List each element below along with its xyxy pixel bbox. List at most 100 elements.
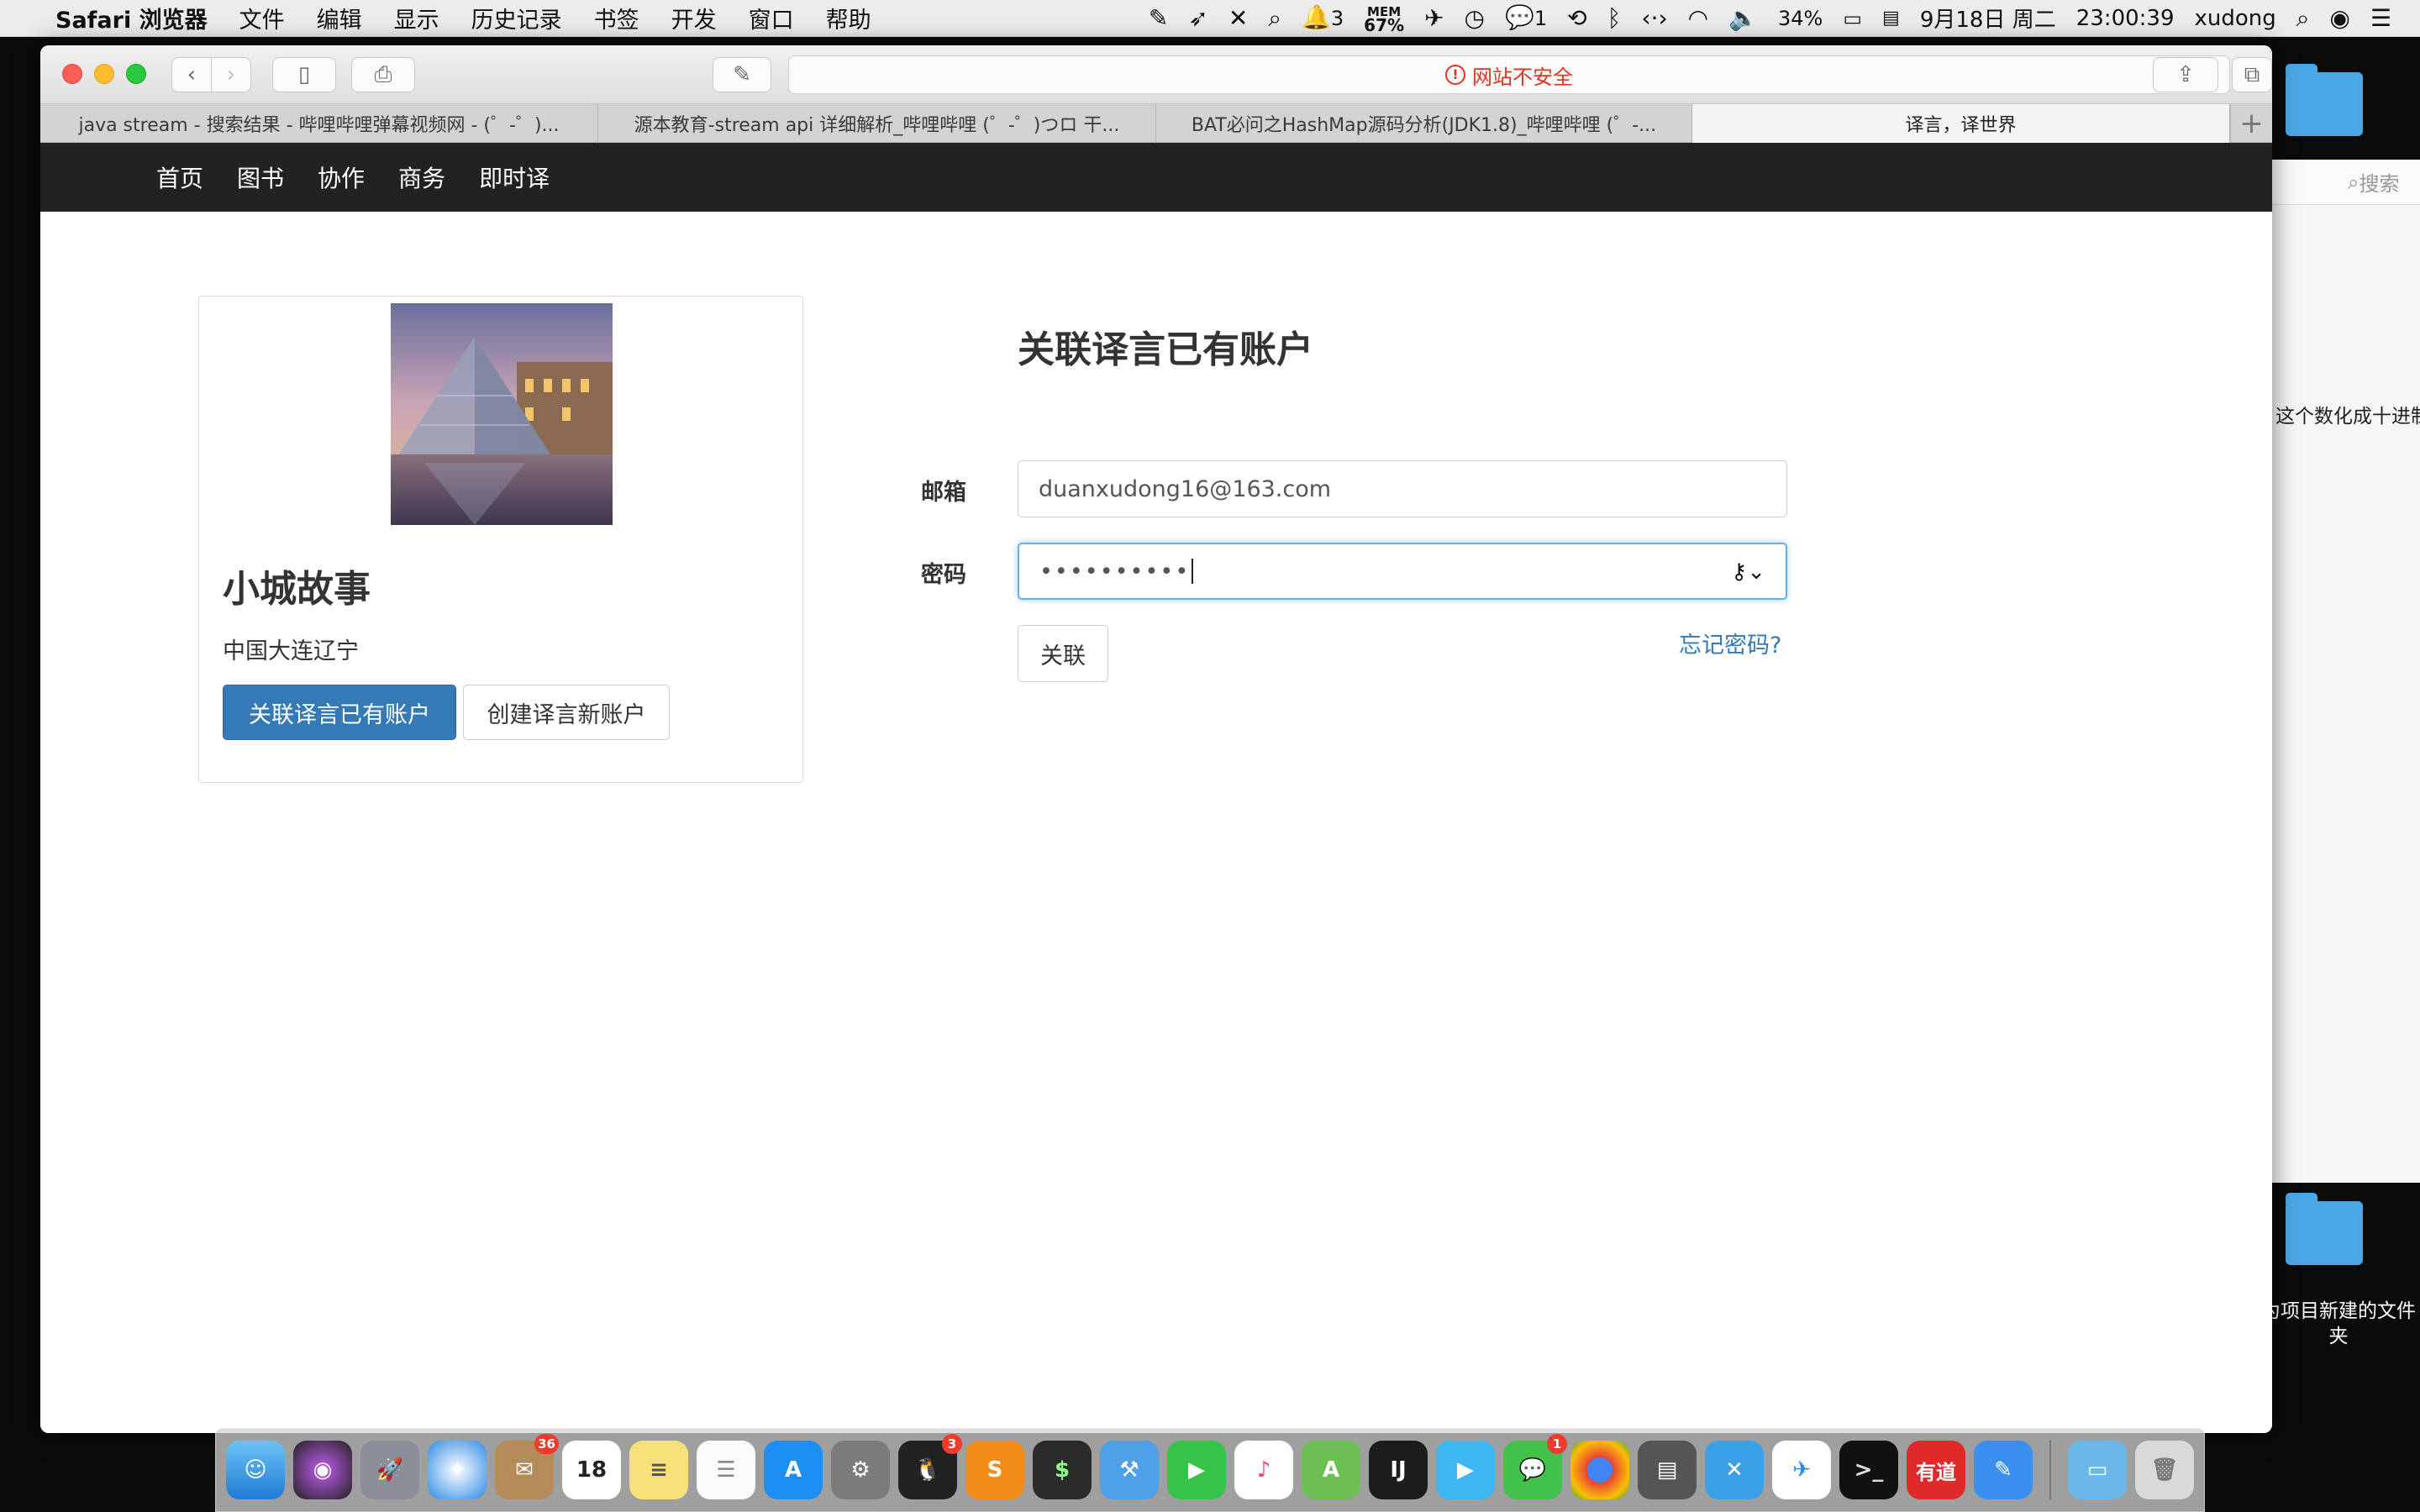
evernote-extension-button[interactable]: ✎ bbox=[713, 57, 771, 92]
memory-indicator[interactable]: MEM 67% bbox=[1364, 5, 1405, 35]
terminal-icon[interactable]: $ bbox=[1033, 1441, 1092, 1499]
intellij-icon[interactable]: IJ bbox=[1369, 1441, 1428, 1499]
forgot-password-link[interactable]: 忘记密码? bbox=[1679, 627, 1781, 659]
menu-window[interactable]: 窗口 bbox=[749, 2, 794, 34]
notes-icon[interactable]: ≡ bbox=[629, 1441, 688, 1499]
nav-instant-translate[interactable]: 即时译 bbox=[479, 160, 550, 194]
show-tabs-button[interactable]: ⧉ bbox=[2232, 57, 2272, 92]
browser-toolbar: ‹ › ▯ ⎙ ✎ ! 网站不安全 ↻ ⇪ ⧉ bbox=[40, 45, 2272, 104]
mem-value: 67% bbox=[1364, 14, 1405, 35]
new-tab-button[interactable]: + bbox=[2230, 104, 2272, 142]
menu-file[interactable]: 文件 bbox=[239, 2, 285, 34]
input-source-flag-icon[interactable]: ▤ bbox=[1882, 0, 1900, 37]
menu-help[interactable]: 帮助 bbox=[826, 2, 871, 34]
create-new-account-button[interactable]: 创建译言新账户 bbox=[463, 685, 670, 740]
spotlight-icon[interactable]: ⌕ bbox=[2296, 0, 2310, 37]
mail-badge: 36 bbox=[534, 1434, 559, 1454]
downloads-folder-icon[interactable]: ▭ bbox=[2068, 1441, 2127, 1499]
print-button[interactable]: ⎙ bbox=[351, 57, 415, 92]
nav-books[interactable]: 图书 bbox=[237, 160, 284, 194]
close-window-button[interactable] bbox=[62, 64, 82, 84]
desktop-folder-label[interactable]: 为项目新建的文件夹 bbox=[2257, 1299, 2420, 1349]
web-page: 首页 图书 协作 商务 即时译 小城故事 中国大连辽宁 关联译言已有账户 创建译… bbox=[40, 143, 2272, 1433]
chrome-icon[interactable] bbox=[1570, 1441, 1629, 1499]
nav-business[interactable]: 商务 bbox=[398, 160, 445, 194]
iterm-icon[interactable]: >_ bbox=[1839, 1441, 1898, 1499]
calendar-icon[interactable]: 18 bbox=[562, 1441, 621, 1499]
youdao-icon[interactable]: 有道 bbox=[1907, 1441, 1965, 1499]
menu-history[interactable]: 历史记录 bbox=[471, 2, 562, 34]
siri-icon[interactable]: ◉ bbox=[2329, 0, 2349, 37]
link-existing-account-button[interactable]: 关联译言已有账户 bbox=[223, 685, 456, 740]
xcode-icon[interactable]: ⚒ bbox=[1100, 1441, 1159, 1499]
qq-status-icon[interactable]: 🔔3 bbox=[1302, 0, 1344, 37]
tab-yeeyan[interactable]: 译言，译世界 bbox=[1692, 104, 2230, 143]
zoom-window-button[interactable] bbox=[126, 64, 146, 84]
sublime-text-icon[interactable]: S bbox=[965, 1441, 1024, 1499]
address-bar[interactable]: ! 网站不安全 ↻ bbox=[788, 55, 2230, 94]
clock-date[interactable]: 9月18日 周二 bbox=[1920, 3, 2056, 34]
video-player-icon[interactable]: ▶ bbox=[1436, 1441, 1495, 1499]
password-field[interactable]: •••••••••• ⚷⌄ bbox=[1018, 543, 1787, 600]
sidebar-button[interactable]: ▯ bbox=[272, 57, 336, 92]
finder-search-field[interactable]: ⌕ 搜索 bbox=[2272, 160, 2420, 205]
system-preferences-icon[interactable]: ⚙ bbox=[831, 1441, 890, 1499]
bluetooth-icon[interactable]: ᛒ bbox=[1607, 0, 1622, 37]
send-status-icon[interactable]: ✈ bbox=[1424, 0, 1444, 37]
nav-home[interactable]: 首页 bbox=[156, 160, 203, 194]
share-icon: ⇪ bbox=[2176, 62, 2195, 87]
tab-stream-api[interactable]: 源本教育-stream api 详细解析_哔哩哔哩 (゜-゜)つロ 干... bbox=[598, 104, 1156, 143]
wechat-status-icon[interactable]: 💬1 bbox=[1505, 0, 1547, 37]
android-studio-icon[interactable]: A bbox=[1302, 1441, 1360, 1499]
volume-icon[interactable]: 🔈 bbox=[1728, 0, 1758, 37]
share-button[interactable]: ⇪ bbox=[2153, 57, 2218, 92]
feishu-icon[interactable]: ✈ bbox=[1772, 1441, 1831, 1499]
tab-bilibili-search[interactable]: java stream - 搜索结果 - 哔哩哔哩弹幕视频网 - (゜-゜)..… bbox=[40, 104, 598, 143]
menu-develop[interactable]: 开发 bbox=[671, 2, 717, 34]
wifi-icon[interactable]: ◠ bbox=[1688, 0, 1708, 37]
password-label: 密码 bbox=[921, 562, 966, 588]
menu-edit[interactable]: 编辑 bbox=[317, 2, 362, 34]
clock-time[interactable]: 23:00:39 bbox=[2076, 6, 2175, 31]
qq-icon[interactable]: 🐧 3 bbox=[898, 1434, 962, 1499]
printer-icon: ⎙ bbox=[374, 61, 392, 87]
time-machine-icon[interactable]: ⟲ bbox=[1567, 0, 1586, 37]
menu-bookmarks[interactable]: 书签 bbox=[594, 2, 639, 34]
launchpad-icon[interactable]: 🚀 bbox=[360, 1441, 419, 1499]
evernote-status-icon[interactable]: ✎ bbox=[1149, 0, 1168, 37]
submit-link-button[interactable]: 关联 bbox=[1018, 625, 1108, 682]
trash-icon[interactable]: 🗑 bbox=[2135, 1441, 2194, 1499]
email-field[interactable]: duanxudong16@163.com bbox=[1018, 460, 1787, 517]
mail-icon[interactable]: ✉ 36 bbox=[495, 1434, 559, 1499]
itunes-icon[interactable]: ♪ bbox=[1234, 1441, 1293, 1499]
finder-icon[interactable]: ☺ bbox=[226, 1441, 285, 1499]
menu-view[interactable]: 显示 bbox=[394, 2, 439, 34]
tab-hashmap[interactable]: BAT必问之HashMap源码分析(JDK1.8)_哔哩哔哩 (゜-... bbox=[1156, 104, 1692, 143]
database-tool-icon[interactable]: ▤ bbox=[1638, 1441, 1697, 1499]
finder-partial-text: 这个数化成十进制 bbox=[2275, 406, 2420, 428]
desktop-folder-icon[interactable] bbox=[2286, 64, 2363, 136]
key-autofill-icon[interactable]: ⚷⌄ bbox=[1731, 559, 1765, 585]
minimize-window-button[interactable] bbox=[94, 64, 114, 84]
search-status-icon[interactable]: ⌕ bbox=[1268, 0, 1281, 37]
safari-icon[interactable]: ✦ bbox=[428, 1441, 487, 1499]
notification-center-icon[interactable]: ☰ bbox=[2370, 0, 2391, 37]
xmind-icon[interactable]: ✕ bbox=[1705, 1441, 1764, 1499]
battery-percent[interactable]: 34% bbox=[1778, 7, 1823, 30]
user-name[interactable]: xudong bbox=[2195, 6, 2276, 31]
reminders-icon[interactable]: ☰ bbox=[697, 1441, 755, 1499]
menu-app-name[interactable]: Safari 浏览器 bbox=[55, 2, 208, 34]
app-store-icon[interactable]: A bbox=[764, 1441, 823, 1499]
back-button[interactable]: ‹ bbox=[171, 57, 212, 92]
wechat-icon[interactable]: 💬 1 bbox=[1503, 1434, 1567, 1499]
nav-collaboration[interactable]: 协作 bbox=[318, 160, 365, 194]
timer-status-icon[interactable]: ◷ bbox=[1465, 0, 1485, 37]
siri-icon[interactable]: ◉ bbox=[293, 1441, 352, 1499]
desktop-folder-icon[interactable] bbox=[2286, 1193, 2363, 1265]
forward-button[interactable]: › bbox=[211, 57, 251, 92]
facetime-icon[interactable]: ▶ bbox=[1167, 1441, 1226, 1499]
editor-icon[interactable]: ✎ bbox=[1974, 1441, 2033, 1499]
xmind-status-icon[interactable]: ✕ bbox=[1228, 0, 1248, 37]
code-status-icon[interactable]: ‹·› bbox=[1641, 0, 1667, 37]
bird-status-icon[interactable]: ➶ bbox=[1188, 0, 1207, 37]
